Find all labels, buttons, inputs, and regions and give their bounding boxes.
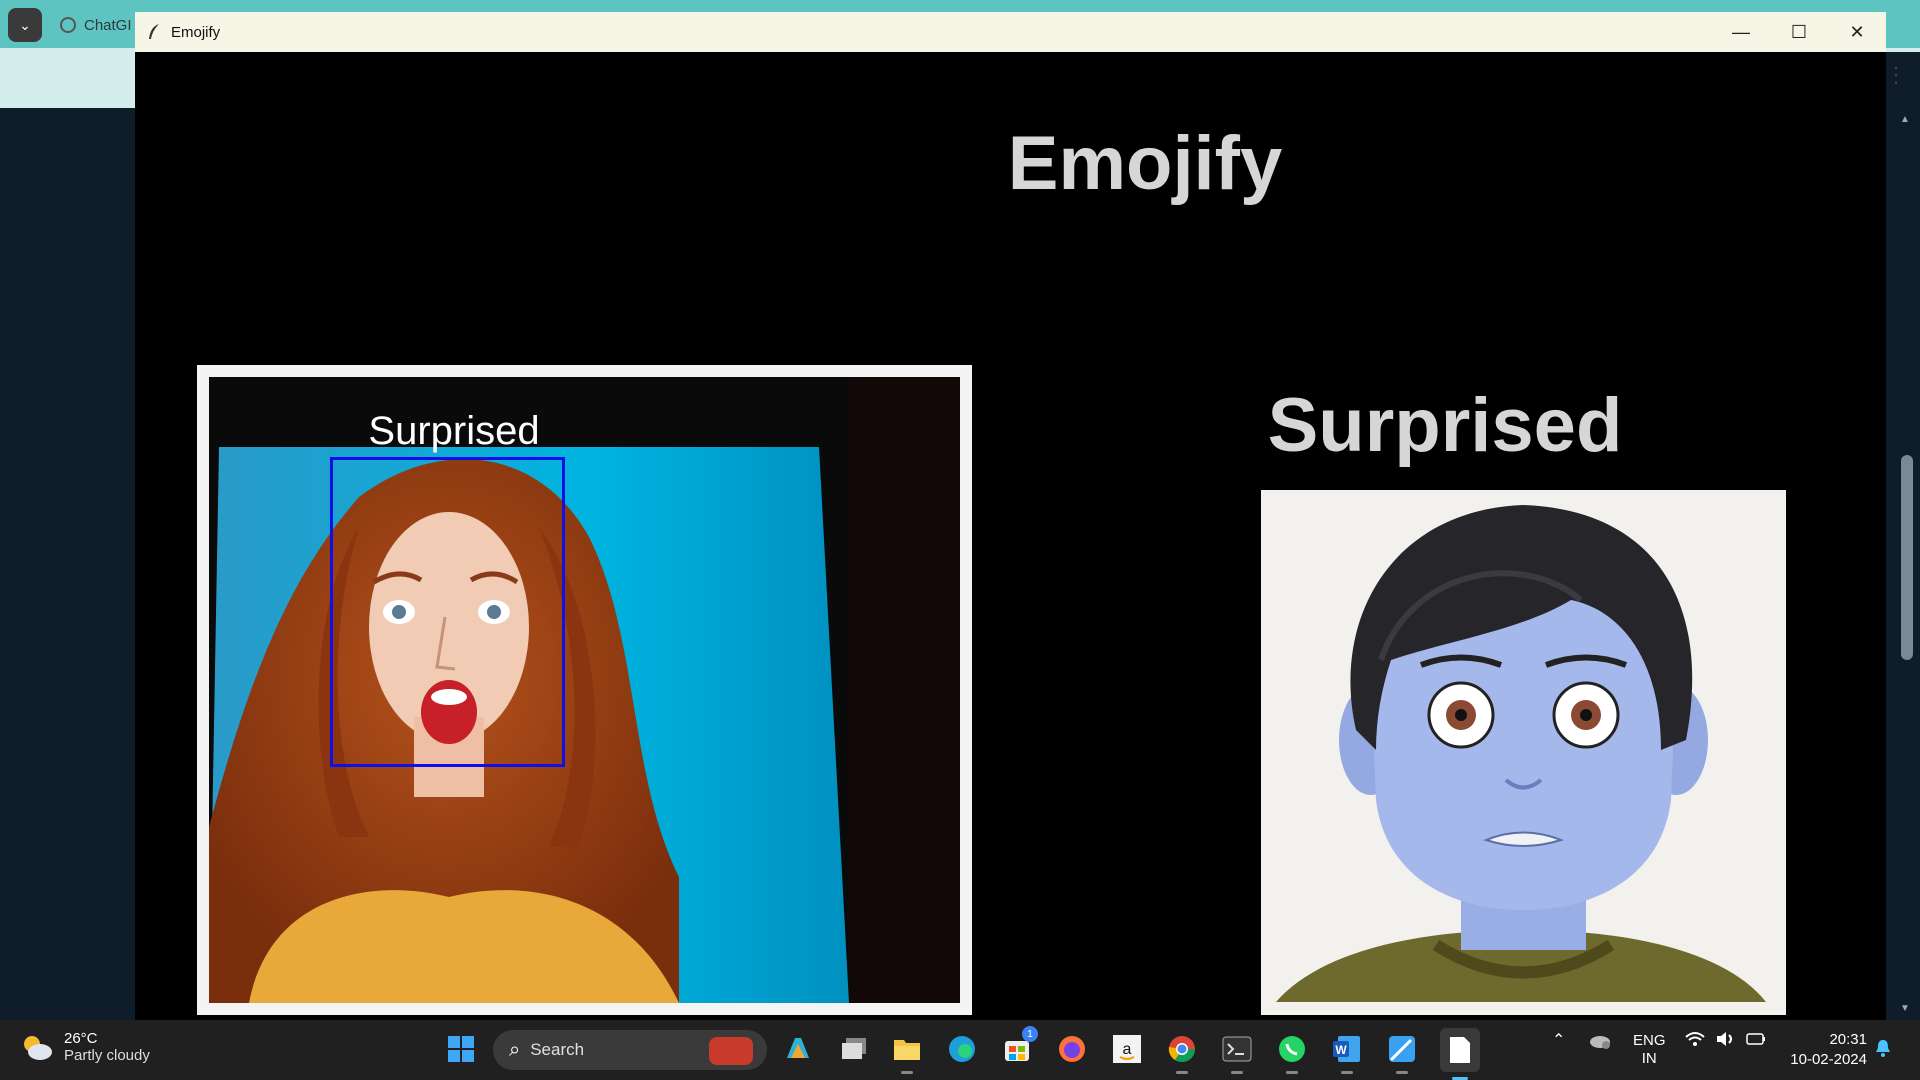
windows-start-icon[interactable] xyxy=(444,1032,478,1066)
wifi-icon[interactable] xyxy=(1684,1030,1706,1053)
language-code: ENG xyxy=(1633,1032,1666,1049)
browser-tab-chatgpt[interactable]: ChatGI xyxy=(60,10,132,40)
svg-text:a: a xyxy=(1123,1041,1132,1058)
store-badge: 1 xyxy=(1022,1026,1038,1042)
browser-page-left xyxy=(0,108,135,1020)
clock[interactable]: 20:31 10-02-2024 xyxy=(1790,1030,1867,1070)
volume-icon[interactable] xyxy=(1715,1030,1737,1052)
file-explorer-icon[interactable] xyxy=(890,1032,924,1074)
whatsapp-icon[interactable] xyxy=(1275,1032,1309,1074)
app-heading: Emojify xyxy=(1007,121,1283,206)
scrollbar-thumb[interactable] xyxy=(1901,455,1913,660)
maximize-button[interactable]: ☐ xyxy=(1770,12,1828,52)
surprised-emoji-avatar xyxy=(1276,505,1766,1002)
minimize-button[interactable]: — xyxy=(1712,12,1770,52)
emotion-heading: Surprised xyxy=(1267,383,1623,468)
face-detection-box xyxy=(330,457,565,767)
chatgpt-icon xyxy=(60,17,76,33)
camera-feed: Surprised xyxy=(209,377,960,1003)
clock-time: 20:31 xyxy=(1829,1031,1867,1048)
feather-icon xyxy=(145,23,163,41)
tab-expand-button[interactable]: ⌄ xyxy=(8,8,42,42)
emoji-panel xyxy=(1261,490,1786,1015)
search-placeholder: Search xyxy=(530,1040,585,1059)
weather-description: Partly cloudy xyxy=(64,1047,150,1064)
word-icon[interactable]: W xyxy=(1330,1032,1364,1074)
show-hidden-icons-chevron-icon[interactable]: ⌃ xyxy=(1552,1030,1565,1050)
region-code: IN xyxy=(1641,1050,1657,1067)
weather-temperature: 26°C xyxy=(64,1030,98,1047)
close-button[interactable]: ✕ xyxy=(1828,12,1886,52)
terminal-icon[interactable] xyxy=(1220,1032,1254,1074)
partly-cloudy-icon xyxy=(24,1036,52,1060)
store-icon[interactable]: 1 xyxy=(1000,1026,1038,1066)
clock-date: 10-02-2024 xyxy=(1790,1051,1867,1068)
onedrive-icon[interactable] xyxy=(1588,1030,1612,1054)
browser-tab-label: ChatGI xyxy=(84,16,132,34)
weather-widget[interactable]: 26°C Partly cloudy xyxy=(20,1030,150,1064)
camera-feed-frame: Surprised xyxy=(197,365,972,1015)
browser-menu-icon[interactable]: ⋮ xyxy=(1885,62,1907,88)
battery-icon[interactable] xyxy=(1745,1030,1767,1052)
language-indicator[interactable]: ENG IN xyxy=(1633,1032,1666,1068)
window-title: Emojify xyxy=(171,23,221,41)
emojify-window: Emojify — ☐ ✕ Emojify Surprised Surprise… xyxy=(135,12,1886,1020)
camera-image xyxy=(209,377,960,1003)
svg-text:W: W xyxy=(1335,1043,1347,1057)
amazon-icon[interactable]: a xyxy=(1110,1032,1144,1066)
scroll-up-arrow-icon[interactable]: ▲ xyxy=(1900,114,1910,125)
taskbar-search-box[interactable]: ⌕ Search xyxy=(493,1030,767,1070)
app-content: Emojify Surprised Surprised xyxy=(135,52,1886,1020)
task-view-icon[interactable] xyxy=(837,1032,871,1066)
scroll-down-arrow-icon[interactable]: ▼ xyxy=(1900,1003,1910,1014)
taskbar: 26°C Partly cloudy ⌕ Search 1 a W ⌃ ENG … xyxy=(0,1020,1920,1080)
firefox-icon[interactable] xyxy=(1055,1032,1089,1066)
window-titlebar[interactable]: Emojify — ☐ ✕ xyxy=(135,12,1886,52)
search-highlight-icon xyxy=(709,1037,753,1065)
copilot-icon[interactable] xyxy=(781,1032,815,1066)
notification-bell-icon[interactable] xyxy=(1874,1038,1892,1062)
photos-icon[interactable] xyxy=(1385,1032,1419,1074)
notepad-icon[interactable] xyxy=(1440,1028,1480,1080)
camera-emotion-label: Surprised xyxy=(368,409,540,453)
edge-icon[interactable] xyxy=(945,1032,979,1066)
search-icon: ⌕ xyxy=(509,1038,521,1061)
chrome-icon[interactable] xyxy=(1165,1032,1199,1074)
